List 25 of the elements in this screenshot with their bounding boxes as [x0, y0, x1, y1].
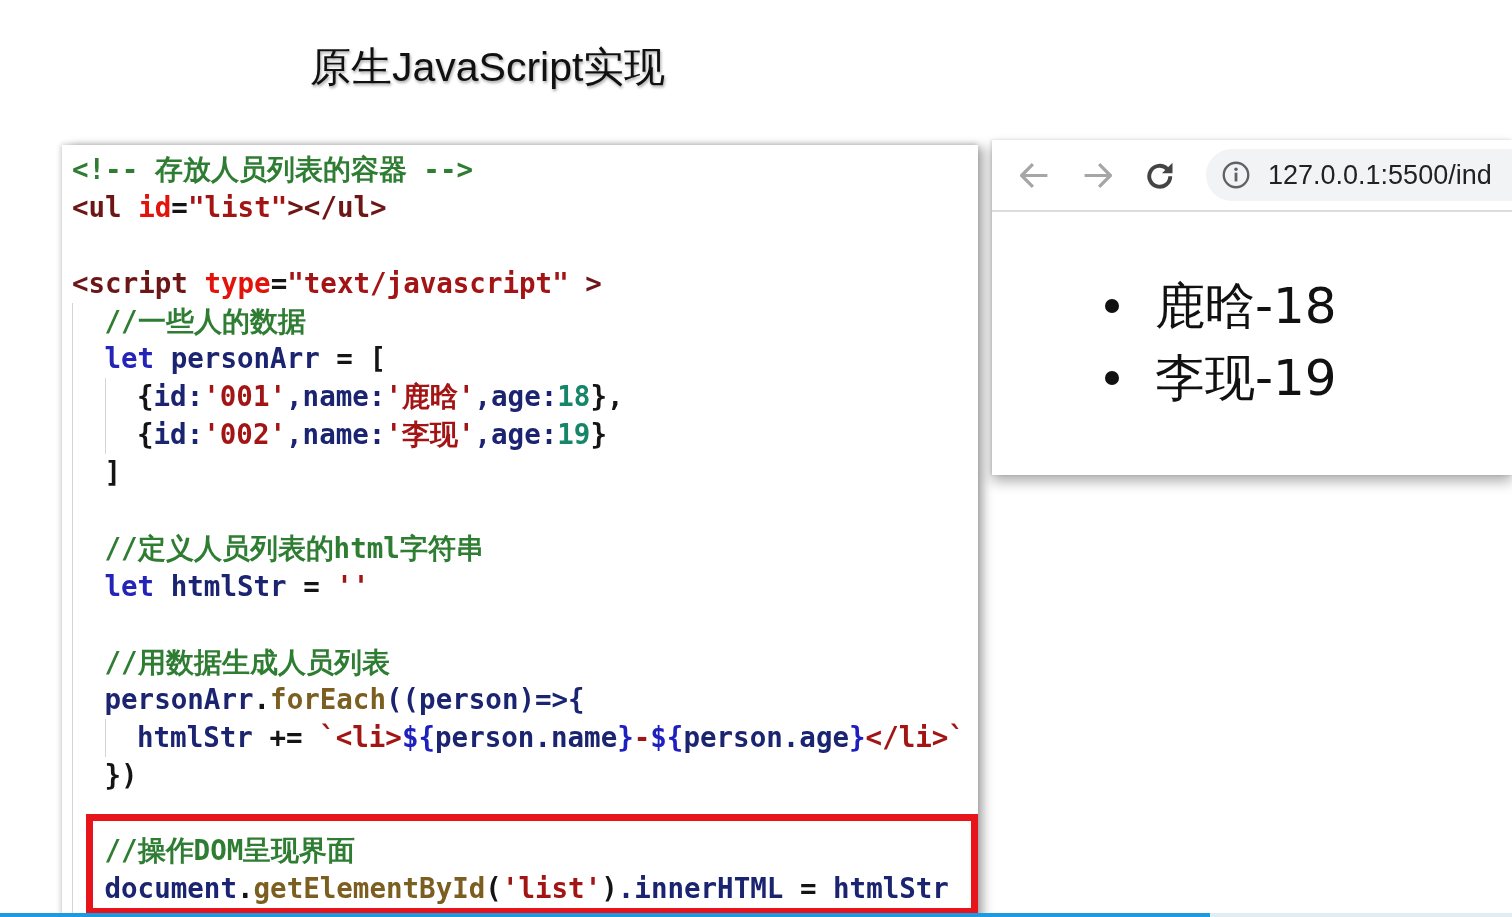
video-progress-track[interactable] — [0, 913, 1512, 917]
code-line: }) — [104, 758, 138, 794]
code-line: let htmlStr = '' — [104, 568, 370, 604]
code-line: document.getElementById('list').innerHTML = htmlStr — [104, 871, 949, 907]
list-item: 鹿晗-18 — [1155, 276, 1337, 336]
code-line: let personArr = [ — [104, 341, 386, 377]
code-line: htmlStr += `<li>${person.name}-${person.age}</li>` — [137, 720, 965, 756]
slide-title: 原生JavaScript实现 — [310, 44, 666, 90]
info-icon — [1222, 161, 1250, 189]
code-line: <script type="text/javascript" > — [72, 265, 602, 301]
code-line: <ul id="list"></ul> — [72, 189, 387, 225]
code-line: {id:'001',name:'鹿晗',age:18}, — [137, 379, 624, 415]
code-line: //用数据生成人员列表 — [104, 644, 390, 680]
bullet-icon — [1105, 371, 1119, 385]
code-line: <!-- 存放人员列表的容器 --> — [72, 152, 473, 187]
reload-icon[interactable] — [1146, 161, 1175, 189]
code-line: personArr.forEach((person)=>{ — [104, 682, 585, 718]
code-line: {id:'002',name:'李现',age:19} — [137, 417, 607, 453]
code-line: //定义人员列表的html字符串 — [104, 530, 484, 566]
list-item: 李现-19 — [1155, 348, 1337, 408]
bullet-icon — [1105, 299, 1119, 313]
code-line: //操作DOM呈现界面 — [104, 833, 356, 869]
code-line: ] — [104, 455, 122, 491]
address-bar[interactable]: 127.0.0.1:5500/ind — [1206, 149, 1512, 201]
code-line: //一些人的数据 — [104, 303, 306, 339]
